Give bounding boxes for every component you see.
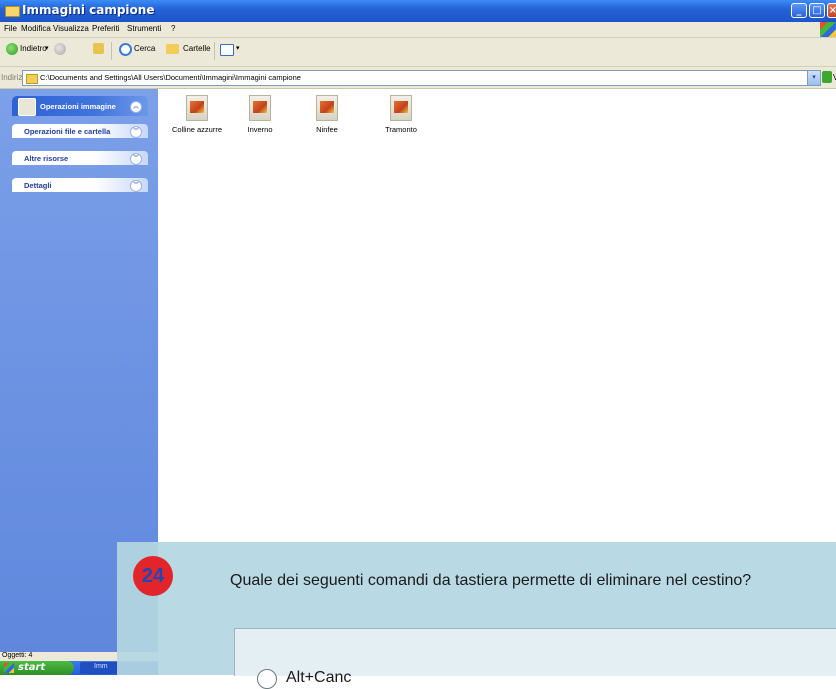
image-file-icon bbox=[316, 95, 338, 121]
picture-tasks-icon bbox=[18, 98, 36, 116]
back-arrow-icon[interactable] bbox=[6, 43, 18, 55]
file-name: Tramonto bbox=[385, 125, 417, 134]
file-item[interactable]: Tramonto bbox=[366, 95, 436, 134]
question-text: Quale dei seguenti comandi da tastiera p… bbox=[230, 572, 752, 589]
start-label: start bbox=[18, 662, 46, 673]
menu-help[interactable]: ? bbox=[171, 24, 175, 33]
chevron-down-icon[interactable]: ︾ bbox=[130, 180, 142, 192]
file-item[interactable]: Ninfee bbox=[292, 95, 362, 134]
title-bar: Immagini campione _ □ × bbox=[0, 0, 836, 23]
answer-radio[interactable] bbox=[257, 669, 277, 689]
menu-file[interactable]: File bbox=[4, 24, 17, 33]
windows-logo-icon bbox=[4, 663, 14, 673]
folders-icon[interactable] bbox=[166, 44, 179, 54]
file-name: Colline azzurre bbox=[171, 125, 223, 134]
start-button[interactable]: start bbox=[0, 661, 74, 675]
address-field[interactable]: C:\Documents and Settings\All Users\Docu… bbox=[22, 70, 821, 86]
toolbar: Indietro ▾ Cerca Cartelle ▾ bbox=[0, 38, 836, 67]
file-name: Ninfee bbox=[316, 125, 338, 134]
panel-dettagli[interactable]: Dettagli ︾ bbox=[12, 178, 148, 192]
menu-visualizza[interactable]: Visualizza bbox=[53, 24, 89, 33]
windows-logo-icon bbox=[820, 22, 836, 37]
panel-operazioni-immagine[interactable]: Operazioni immagine ︽ bbox=[12, 96, 148, 116]
chevron-up-icon[interactable]: ︽ bbox=[130, 101, 142, 113]
go-arrow-icon[interactable] bbox=[822, 71, 832, 83]
folder-icon bbox=[5, 6, 20, 17]
folder-icon bbox=[26, 74, 38, 84]
quiz-panel: 24 Quale dei seguenti comandi da tastier… bbox=[117, 542, 836, 689]
panel-altre-risorse[interactable]: Altre risorse ︾ bbox=[12, 151, 148, 165]
views-icon[interactable] bbox=[220, 44, 234, 56]
answer-label[interactable]: Alt+Canc bbox=[286, 669, 351, 687]
folder-up-icon[interactable] bbox=[93, 43, 104, 54]
taskbar-window-label: Imm bbox=[94, 663, 108, 670]
question-number: 24 bbox=[141, 565, 165, 587]
panel-operazioni-file-e-cartella[interactable]: Operazioni file e cartella ︾ bbox=[12, 124, 148, 138]
menu-preferiti[interactable]: Preferiti bbox=[92, 24, 120, 33]
panel-label: Operazioni file e cartella bbox=[24, 127, 111, 136]
answer-box: Alt+Canc bbox=[234, 628, 836, 689]
chevron-down-icon[interactable]: ︾ bbox=[130, 126, 142, 138]
image-file-icon bbox=[390, 95, 412, 121]
forward-arrow-icon[interactable] bbox=[54, 43, 66, 55]
panel-label: Operazioni immagine bbox=[40, 102, 116, 111]
close-button[interactable]: × bbox=[827, 3, 836, 18]
views-dropdown-icon[interactable]: ▾ bbox=[236, 44, 240, 52]
address-path[interactable]: C:\Documents and Settings\All Users\Docu… bbox=[40, 73, 301, 82]
folders-button[interactable]: Cartelle bbox=[183, 44, 211, 53]
address-dropdown-icon[interactable]: ▾ bbox=[807, 70, 821, 86]
search-icon[interactable] bbox=[119, 43, 132, 56]
toolbar-separator bbox=[214, 42, 215, 60]
maximize-button[interactable]: □ bbox=[809, 3, 825, 18]
toolbar-separator bbox=[111, 42, 112, 60]
image-file-icon bbox=[186, 95, 208, 121]
panel-label: Dettagli bbox=[24, 181, 52, 190]
menu-modifica[interactable]: Modifica bbox=[21, 24, 51, 33]
panel-label: Altre risorse bbox=[24, 154, 69, 163]
window-title: Immagini campione bbox=[22, 3, 155, 17]
back-button[interactable]: Indietro bbox=[20, 44, 47, 53]
search-button[interactable]: Cerca bbox=[134, 44, 155, 53]
image-file-icon bbox=[249, 95, 271, 121]
menu-strumenti[interactable]: Strumenti bbox=[127, 24, 161, 33]
address-bar: Indirizzo C:\Documents and Settings\All … bbox=[0, 67, 836, 89]
menu-bar: File Modifica Visualizza Preferiti Strum… bbox=[0, 22, 836, 38]
back-dropdown-icon[interactable]: ▾ bbox=[45, 44, 49, 52]
chevron-down-icon[interactable]: ︾ bbox=[130, 153, 142, 165]
file-name: Inverno bbox=[247, 125, 273, 134]
file-item[interactable]: Inverno bbox=[225, 95, 295, 134]
status-text: Oggetti: 4 bbox=[2, 652, 33, 659]
question-number-badge: 24 bbox=[133, 556, 173, 596]
minimize-button[interactable]: _ bbox=[791, 3, 807, 18]
file-item[interactable]: Colline azzurre bbox=[162, 95, 232, 134]
